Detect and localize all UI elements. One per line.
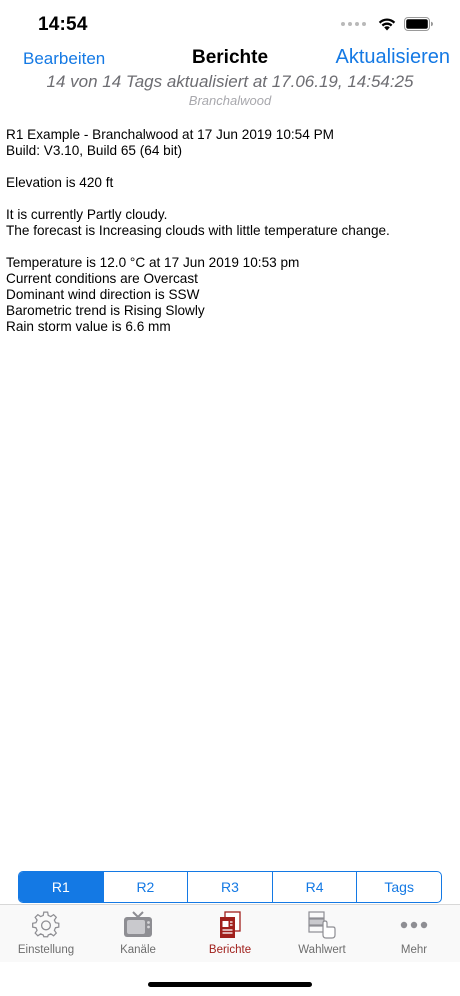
status-icons [341,16,434,31]
report-line: Dominant wind direction is SSW [6,287,200,302]
report-line [6,191,456,207]
status-time: 14:54 [38,14,88,35]
report-line: Build: V3.10, Build 65 (64 bit) [6,143,183,158]
home-indicator[interactable] [148,982,312,987]
segment-r2[interactable]: R2 [102,872,188,902]
tab-mehr[interactable]: Mehr [368,905,460,962]
update-status-text: 14 von 14 Tags aktualisiert at 17.06.19,… [46,72,414,91]
report-line: Elevation is 420 ft [6,175,114,190]
report-segmented-control: R1 R2 R3 R4 Tags [18,871,442,903]
report-line: Barometric trend is Rising Slowly [6,303,205,318]
tab-wahlwert[interactable]: Wahlwert [276,905,368,962]
tab-label: Wahlwert [298,944,346,956]
report-line [6,159,456,175]
tab-bar: Einstellung Kanäle Berichte Wahlwert Meh… [0,904,460,962]
picker-icon [306,911,338,939]
report-line: Current conditions are Overcast [6,271,198,286]
report-line: It is currently Partly cloudy. [6,207,168,222]
tv-icon [122,911,154,939]
station-name: Branchalwood [188,93,272,108]
signal-dots-icon [341,21,366,26]
wifi-icon [378,18,396,31]
refresh-button[interactable]: Aktualisieren [335,46,450,69]
report-line: The forecast is Increasing clouds with l… [6,223,390,238]
segment-tags[interactable]: Tags [356,872,441,902]
battery-icon [404,16,433,31]
report-line: Temperature is 12.0 °C at 17 Jun 2019 10… [6,255,300,270]
tab-label: Berichte [208,944,252,956]
edit-button[interactable]: Bearbeiten [23,49,105,69]
tab-label: Einstellung [17,944,75,956]
segment-r1[interactable]: R1 [19,872,103,902]
report-text: R1 Example - Branchalwood at 17 Jun 2019… [6,127,456,335]
gear-icon [30,911,62,939]
navigation-bar: Bearbeiten Berichte Aktualisieren 14 von… [0,44,460,114]
segment-r4[interactable]: R4 [271,872,357,902]
report-line [6,239,456,255]
page-title: Berichte [191,47,269,68]
tab-label: Kanäle [120,944,156,956]
tab-label: Mehr [400,944,428,956]
tab-einstellung[interactable]: Einstellung [0,905,92,962]
tab-kanaele[interactable]: Kanäle [92,905,184,962]
segment-r3[interactable]: R3 [187,872,272,902]
status-bar: 14:54 [0,0,460,50]
report-icon [214,911,246,939]
more-icon [398,911,430,939]
tab-berichte[interactable]: Berichte [184,905,276,962]
report-line: Rain storm value is 6.6 mm [6,319,171,334]
report-line: R1 Example - Branchalwood at 17 Jun 2019… [6,127,334,142]
